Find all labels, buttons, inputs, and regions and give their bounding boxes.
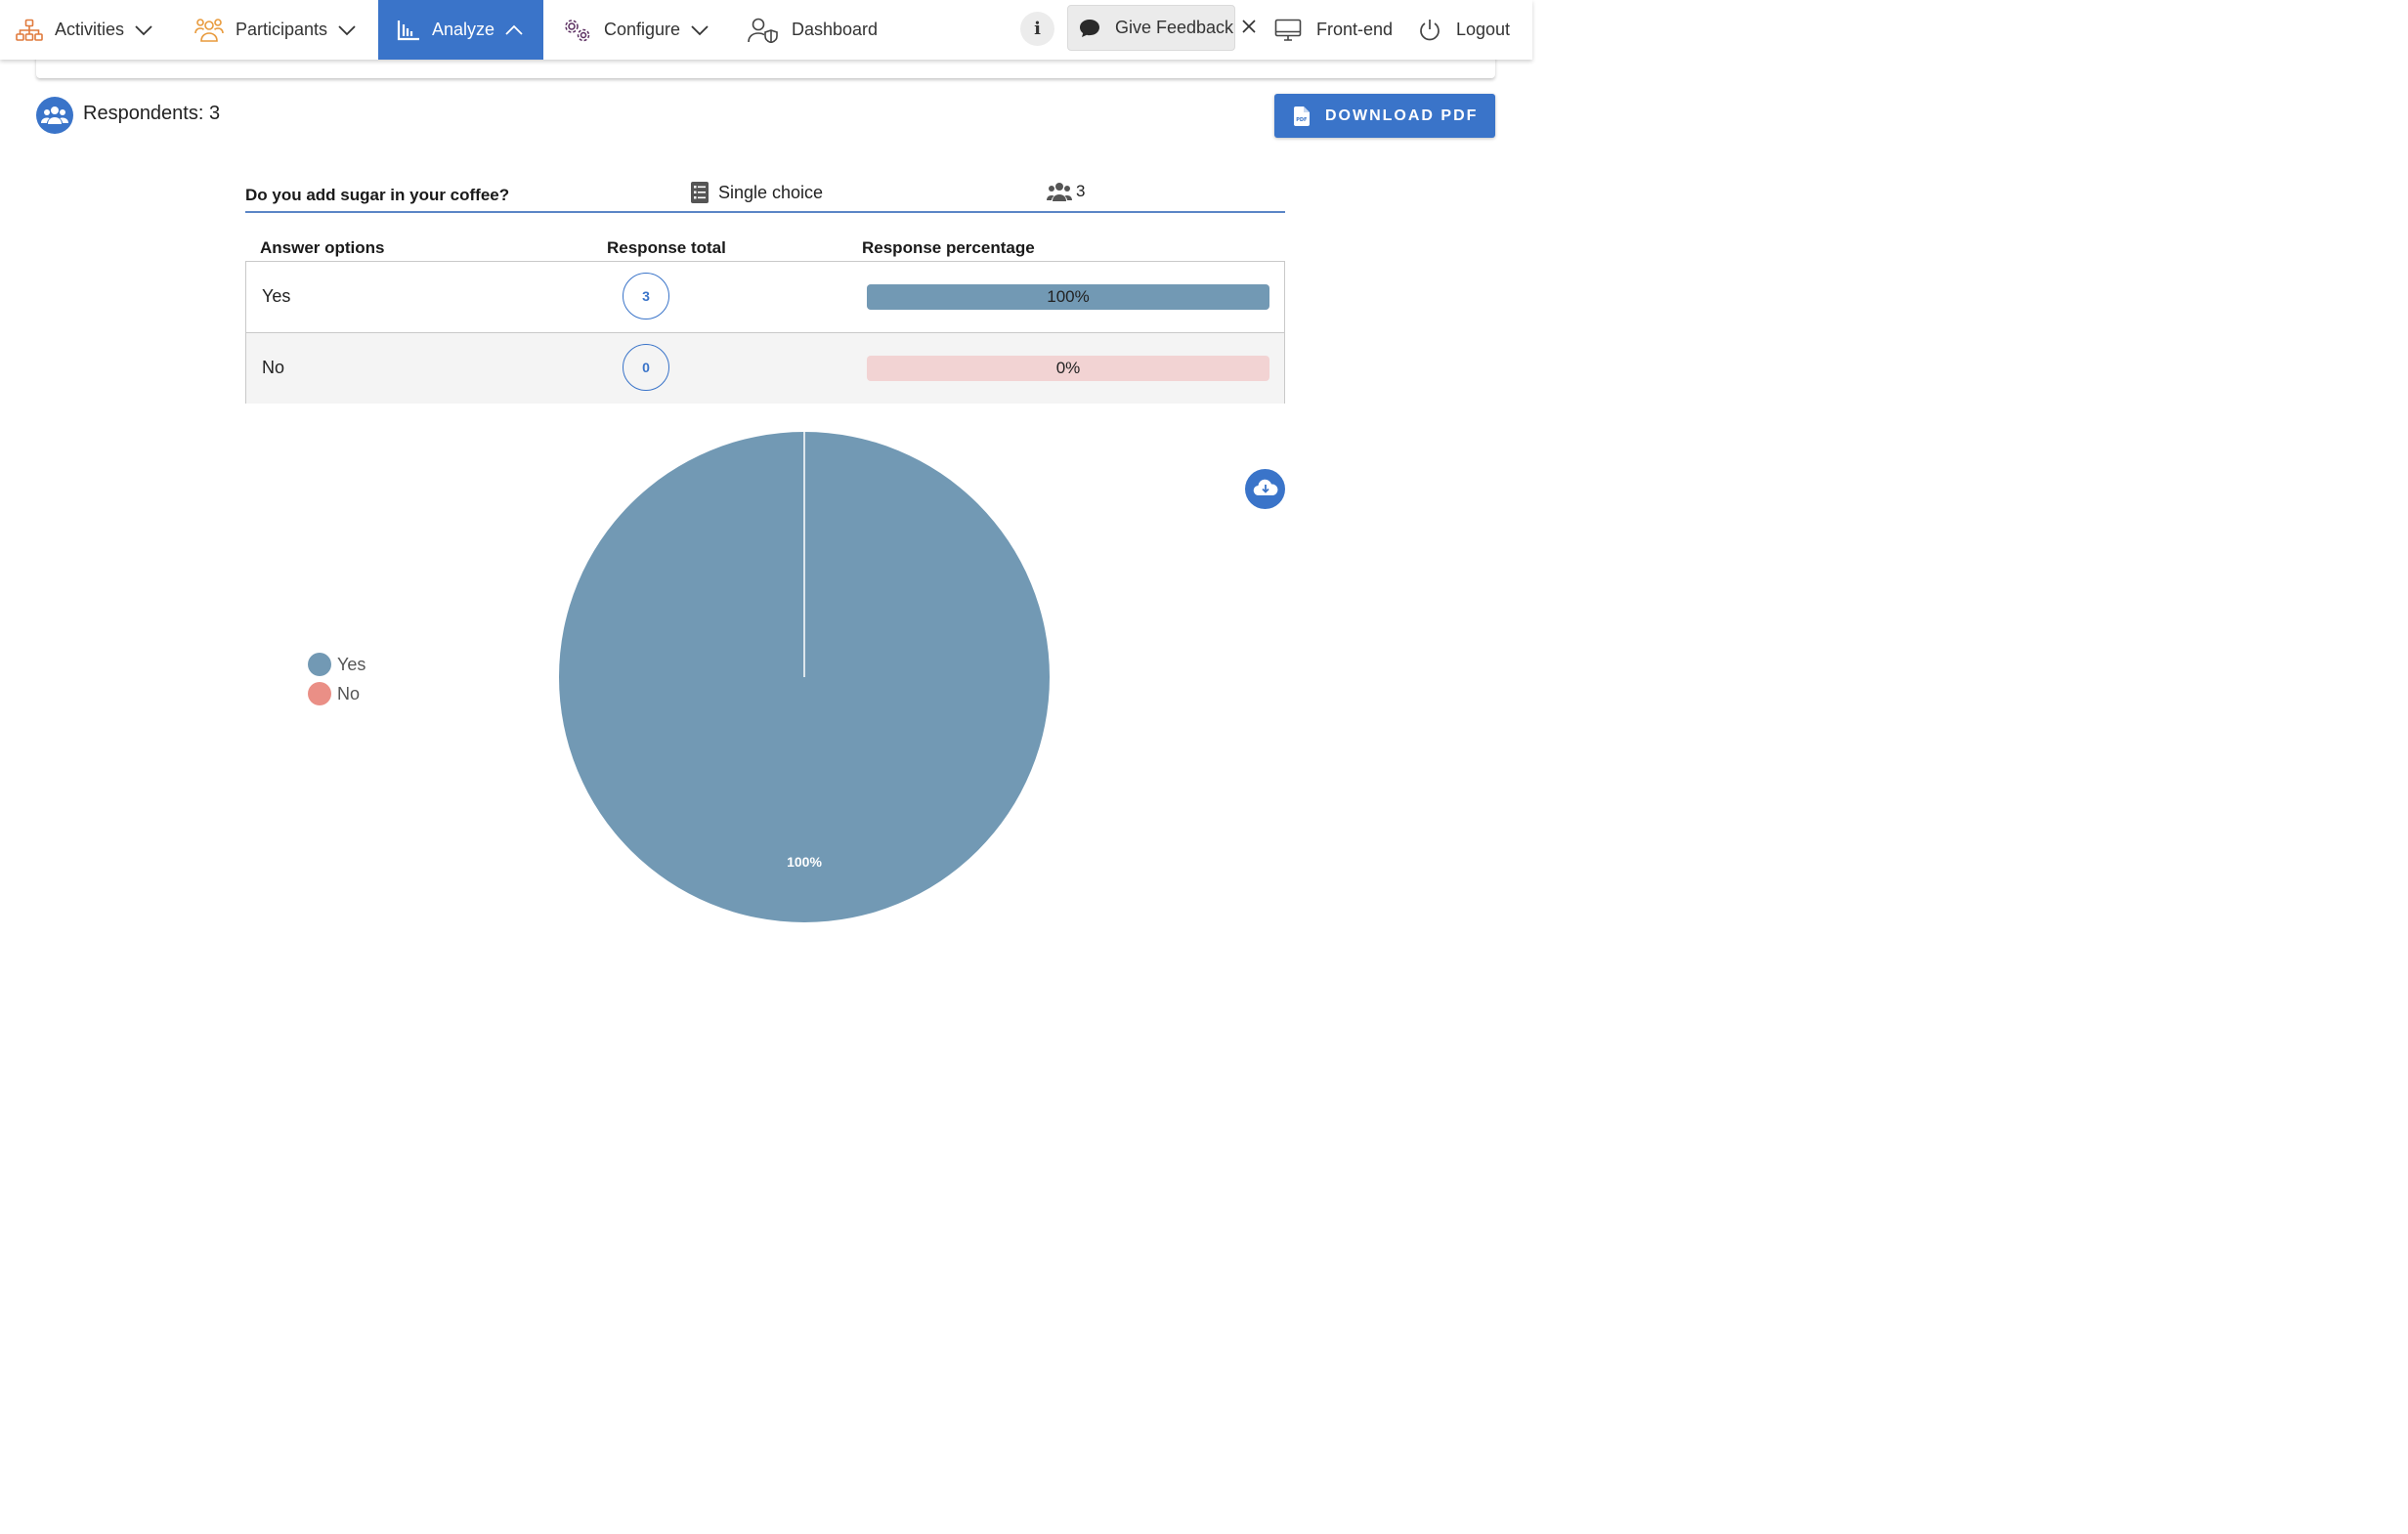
nav-activities[interactable]: Activities — [16, 0, 153, 60]
nav-configure[interactable]: Configure — [563, 0, 710, 60]
chevron-down-icon — [690, 24, 710, 36]
monitor-icon — [1274, 19, 1302, 42]
download-chart-button[interactable] — [1245, 469, 1285, 509]
sitemap-icon — [16, 19, 43, 42]
nav-analyze-label: Analyze — [432, 20, 495, 39]
close-icon — [1241, 19, 1257, 39]
top-navigation: Activities Participants Analyze Configur… — [0, 0, 1532, 60]
power-icon — [1418, 19, 1441, 42]
cloud-download-icon — [1253, 477, 1278, 501]
info-icon: i — [1034, 19, 1041, 39]
nav-activities-label: Activities — [55, 20, 125, 39]
info-button[interactable]: i — [1020, 12, 1054, 46]
chevron-down-icon — [337, 24, 357, 36]
nav-participants-label: Participants — [236, 20, 328, 39]
pie-chart: 100% — [559, 432, 1050, 922]
nav-participants[interactable]: Participants — [194, 0, 357, 60]
nav-front-end[interactable]: Front-end — [1274, 0, 1393, 60]
bar-chart-icon — [397, 20, 420, 41]
close-feedback-button[interactable] — [1239, 18, 1259, 39]
user-shield-icon — [747, 18, 780, 43]
give-feedback-button[interactable]: Give Feedback — [1067, 5, 1235, 51]
pie-data-label: 100% — [787, 854, 822, 870]
nav-logout-label: Logout — [1456, 20, 1511, 39]
nav-logout[interactable]: Logout — [1418, 0, 1510, 60]
users-icon — [194, 18, 224, 43]
chevron-up-icon — [504, 24, 524, 36]
nav-configure-label: Configure — [604, 20, 681, 39]
nav-dashboard[interactable]: Dashboard — [747, 0, 878, 60]
chat-bubble-icon — [1078, 18, 1101, 39]
gears-icon — [563, 18, 592, 43]
nav-analyze[interactable]: Analyze — [378, 0, 543, 60]
give-feedback-label: Give Feedback — [1115, 18, 1234, 37]
nav-front-end-label: Front-end — [1316, 20, 1394, 39]
nav-dashboard-label: Dashboard — [792, 20, 879, 39]
chevron-down-icon — [134, 24, 153, 36]
